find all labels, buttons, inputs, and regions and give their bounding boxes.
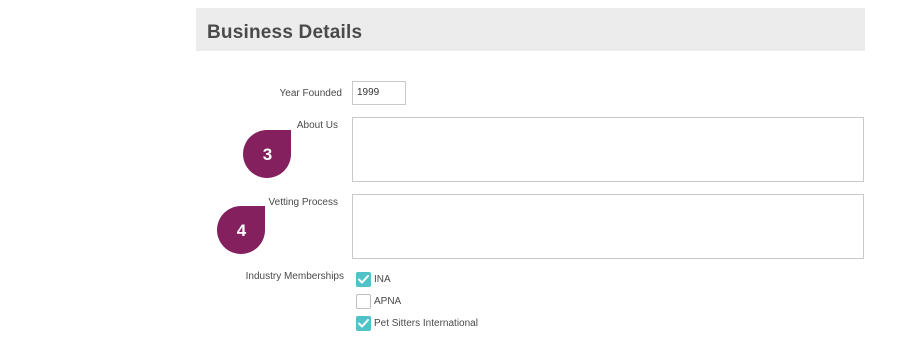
membership-apna[interactable]: APNA (356, 293, 401, 309)
vetting-process-label: Vetting Process (268, 197, 338, 208)
year-founded-label: Year Founded (279, 88, 342, 99)
membership-pet-sitters-international[interactable]: Pet Sitters International (356, 315, 478, 331)
checkbox-ina[interactable] (356, 271, 371, 287)
about-us-label: About Us (296, 120, 338, 131)
section-title: Business Details (207, 22, 363, 43)
industry-memberships-label: Industry Memberships (245, 271, 344, 282)
membership-ina[interactable]: INA (356, 271, 391, 287)
checkbox-label-ina: INA (374, 273, 391, 285)
step-badge-4: 4 (217, 206, 265, 254)
vetting-process-textarea[interactable] (352, 194, 864, 259)
checkbox-apna[interactable] (356, 293, 371, 309)
checkmark-icon (358, 318, 369, 327)
checkbox-label-apna: APNA (374, 295, 402, 307)
about-us-textarea[interactable] (352, 117, 864, 182)
checkmark-icon (358, 274, 369, 283)
checkbox-label-pet-sitters-international: Pet Sitters International (374, 317, 478, 329)
section-header: Business Details (196, 8, 865, 51)
business-details-form: Business Details Year Founded 1999 About… (0, 0, 900, 343)
year-founded-input[interactable]: 1999 (352, 81, 406, 105)
step-badge-3: 3 (243, 130, 291, 178)
checkbox-pet-sitters-international[interactable] (356, 315, 371, 331)
